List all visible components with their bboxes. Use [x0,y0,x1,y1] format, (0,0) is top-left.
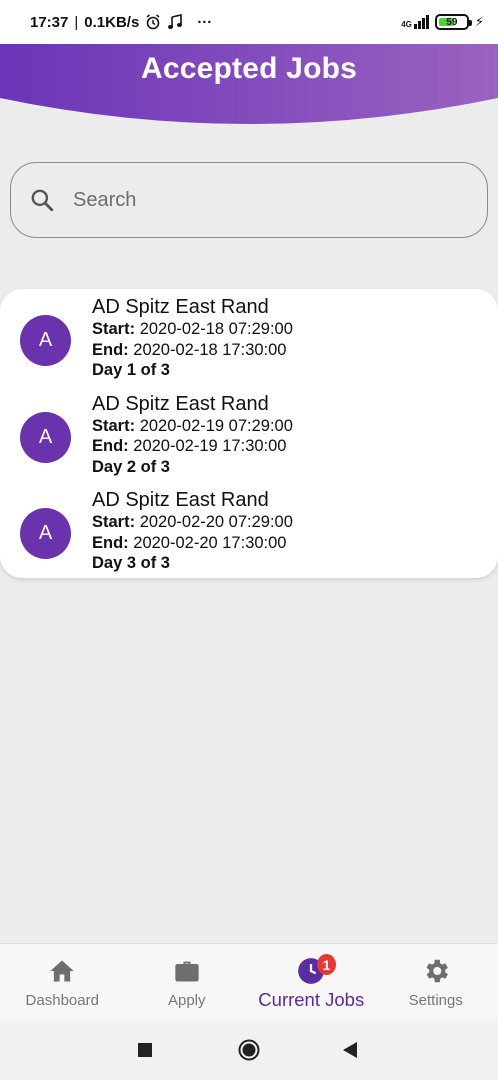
gear-icon [426,959,448,983]
music-icon [168,14,183,29]
nav-item-dashboard[interactable]: Dashboard [0,944,125,1020]
status-net-speed: 0.1KB/s [84,13,140,31]
nav-label-current-jobs: Current Jobs [258,989,365,1010]
nav-label-settings: Settings [408,992,463,1009]
job-list-item[interactable]: A AD Spitz East Rand Start: 2020-02-20 0… [0,488,498,585]
battery-level: 59 [446,16,458,28]
job-start: 2020-02-18 07:29:00 [139,320,293,338]
page-title: Accepted Jobs [141,52,357,85]
status-bar: 17:37 | 0.1KB/s ··· 4G 59 ⚡ [0,0,498,44]
home-circle-icon[interactable] [238,1039,260,1061]
avatar: A [20,315,71,366]
job-title: AD Spitz East Rand [92,489,269,511]
job-start-label: Start: [92,320,136,338]
nav-label-dashboard: Dashboard [25,992,99,1009]
status-time: 17:37 [30,13,69,31]
charging-icon: ⚡ [474,14,484,29]
avatar: A [20,508,71,559]
nav-item-apply[interactable]: Apply [125,944,250,1020]
alarm-icon [146,14,160,30]
status-separator: | [74,13,79,31]
battery-icon: 59 [434,14,472,30]
avatar: A [20,411,71,463]
network-type: 4G [401,20,412,29]
job-start: 2020-02-19 07:29:00 [139,416,293,435]
back-triangle-icon[interactable] [343,1042,357,1058]
job-end-label: End: [92,340,129,359]
nav-label-apply: Apply [167,992,206,1009]
job-list-item[interactable]: A AD Spitz East Rand Start: 2020-02-18 0… [0,295,498,392]
system-navigation-bar [0,1020,498,1080]
job-end-label: End: [92,533,129,552]
nav-item-settings[interactable]: Settings [374,944,498,1020]
briefcase-icon [175,961,199,982]
more-icon: ··· [197,13,213,31]
bottom-navigation: Dashboard Apply 1 Current Jobs Settings [0,943,498,1020]
job-end-label: End: [92,437,129,455]
job-title: AD Spitz East Rand [92,296,269,318]
job-list-item[interactable]: A AD Spitz East Rand Start: 2020-02-19 0… [0,392,498,489]
job-day: Day 2 of 3 [92,457,170,476]
home-icon [50,960,74,982]
search-bar[interactable] [10,162,488,238]
job-day: Day 1 of 3 [92,361,170,379]
job-title: AD Spitz East Rand [92,392,269,415]
recents-square-icon[interactable] [138,1043,152,1057]
job-end: 2020-02-18 17:30:00 [133,340,287,359]
notification-badge: 1 [317,954,336,975]
job-start-label: Start: [92,513,136,531]
search-input[interactable] [73,188,487,212]
job-day: Day 3 of 3 [92,554,170,572]
job-end: 2020-02-19 17:30:00 [133,437,287,455]
job-end: 2020-02-20 17:30:00 [133,533,287,552]
search-icon [31,189,54,212]
job-start-label: Start: [92,416,136,435]
nav-item-current-jobs[interactable]: 1 Current Jobs [249,944,374,1020]
signal-icon [413,15,429,29]
job-list: A AD Spitz East Rand Start: 2020-02-18 0… [0,289,498,578]
job-start: 2020-02-20 07:29:00 [139,513,293,531]
